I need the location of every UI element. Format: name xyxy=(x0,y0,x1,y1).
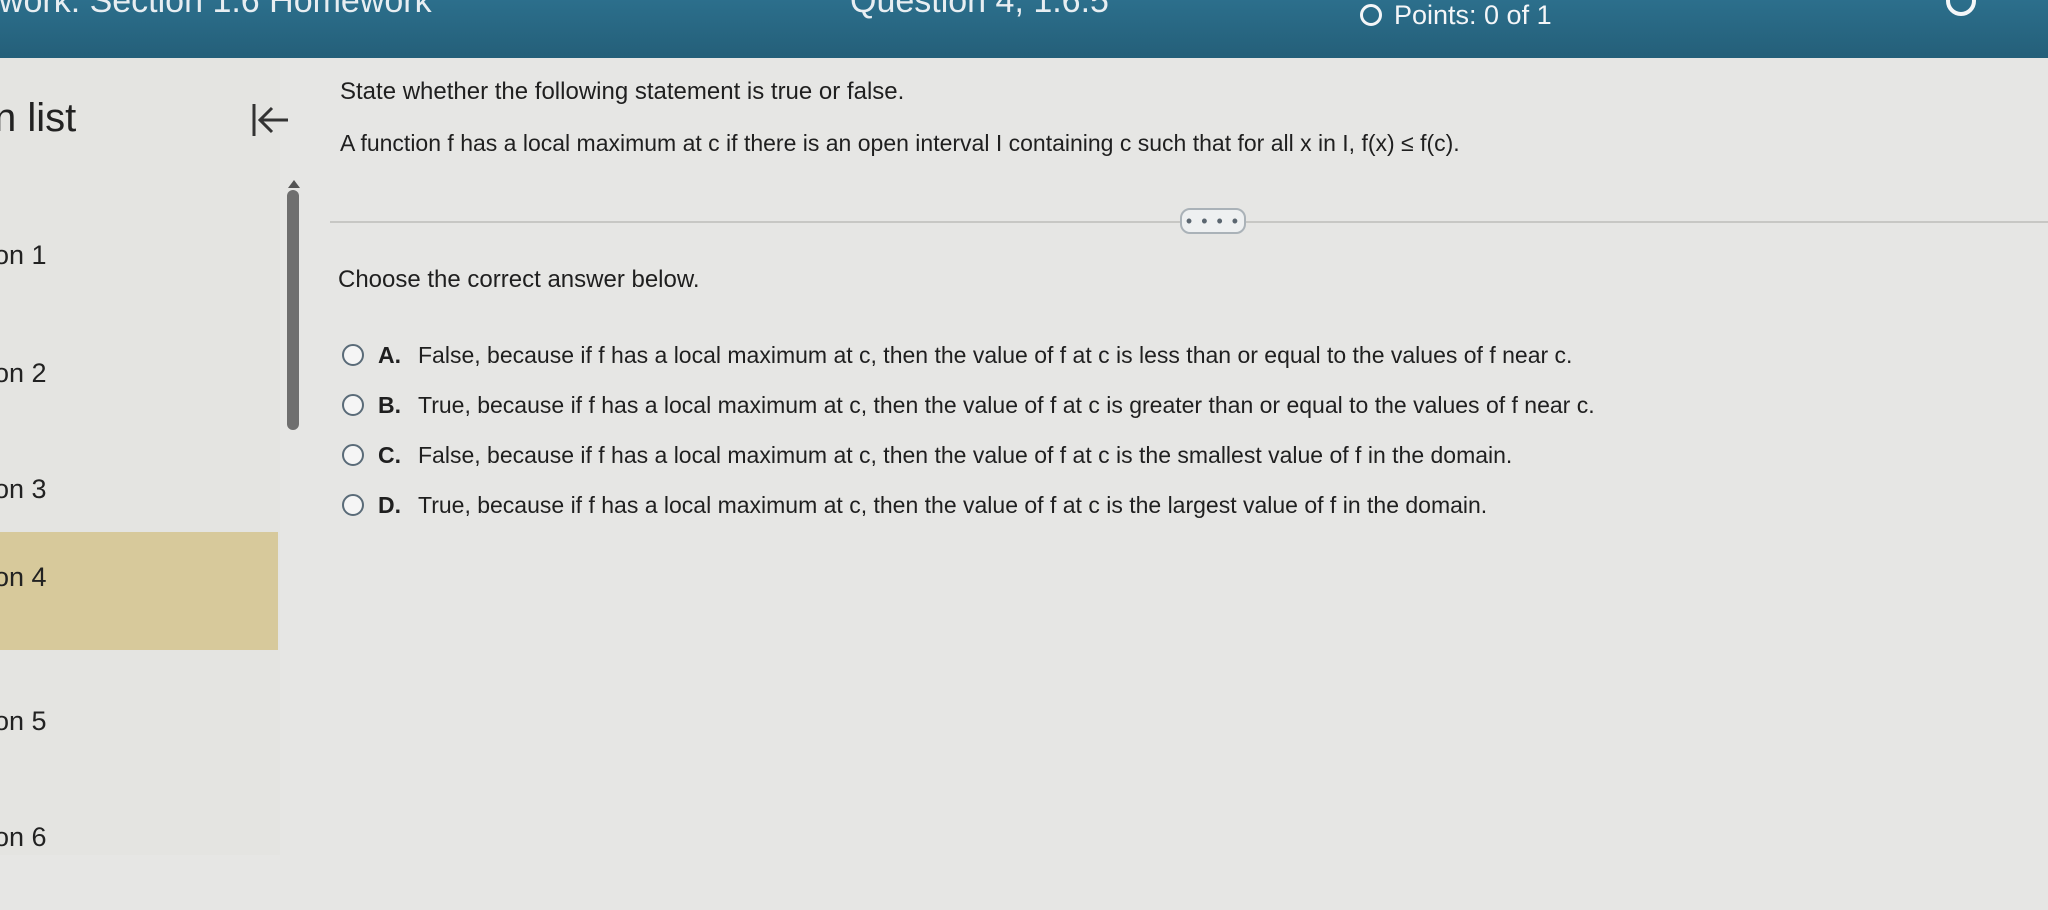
radio-button-icon[interactable] xyxy=(342,394,364,416)
sidebar-item-question-6[interactable]: on 6 xyxy=(0,792,278,910)
answer-prompt: Choose the correct answer below. xyxy=(338,266,700,293)
question-panel: State whether the following statement is… xyxy=(320,58,2048,855)
question-title: Question 4, 1.6.5 xyxy=(850,0,1109,20)
question-list-sidebar: n list on 1 on 2 on 3 on 4 on 5 on 6 xyxy=(0,58,288,855)
points-text: Points: 0 of 1 xyxy=(1394,0,1552,30)
expand-more-button[interactable]: • • • • xyxy=(1180,208,1246,234)
sidebar-item-label: on 5 xyxy=(0,706,47,736)
option-b[interactable]: B. True, because if f has a local maximu… xyxy=(342,380,1595,430)
sidebar-item-label: on 6 xyxy=(0,822,47,852)
option-letter: C. xyxy=(378,441,401,468)
sidebar-item-label: on 2 xyxy=(0,358,47,388)
top-header: ework: Section 1.6 Homework Question 4, … xyxy=(0,0,2048,58)
scroll-up-arrow-icon[interactable] xyxy=(288,180,300,188)
option-text: False, because if f has a local maximum … xyxy=(418,441,1513,468)
sidebar-heading: n list xyxy=(0,96,77,140)
option-letter: B. xyxy=(378,391,401,418)
option-letter: D. xyxy=(378,491,401,518)
radio-button-icon[interactable] xyxy=(342,344,364,366)
option-letter: A. xyxy=(378,341,401,368)
option-c[interactable]: C. False, because if f has a local maxim… xyxy=(342,430,1595,480)
option-text: False, because if f has a local maximum … xyxy=(418,341,1573,368)
sidebar-item-question-5[interactable]: on 5 xyxy=(0,676,278,794)
points-indicator: Points: 0 of 1 xyxy=(1360,0,1552,30)
option-text: True, because if f has a local maximum a… xyxy=(418,391,1595,418)
sidebar-item-question-1[interactable]: on 1 xyxy=(0,210,278,328)
scrollbar-thumb[interactable] xyxy=(287,190,299,430)
question-instruction: State whether the following statement is… xyxy=(340,78,905,105)
answer-options: A. False, because if f has a local maxim… xyxy=(342,330,1595,530)
radio-button-icon[interactable] xyxy=(342,494,364,516)
sidebar-item-question-4[interactable]: on 4 xyxy=(0,532,278,650)
sidebar-item-label: on 4 xyxy=(0,562,47,592)
question-statement: A function f has a local maximum at c if… xyxy=(340,130,1460,156)
option-a[interactable]: A. False, because if f has a local maxim… xyxy=(342,330,1595,380)
settings-gear-icon[interactable] xyxy=(1946,0,1976,16)
homework-title: ework: Section 1.6 Homework xyxy=(0,0,432,20)
option-text: True, because if f has a local maximum a… xyxy=(418,491,1488,518)
sidebar-item-label: on 3 xyxy=(0,474,47,504)
radio-button-icon[interactable] xyxy=(342,444,364,466)
sidebar-item-label: on 1 xyxy=(0,240,47,270)
sidebar-item-question-2[interactable]: on 2 xyxy=(0,328,278,446)
collapse-arrow-icon[interactable] xyxy=(248,98,292,142)
option-d[interactable]: D. True, because if f has a local maximu… xyxy=(342,480,1595,530)
points-circle-icon xyxy=(1360,4,1382,26)
